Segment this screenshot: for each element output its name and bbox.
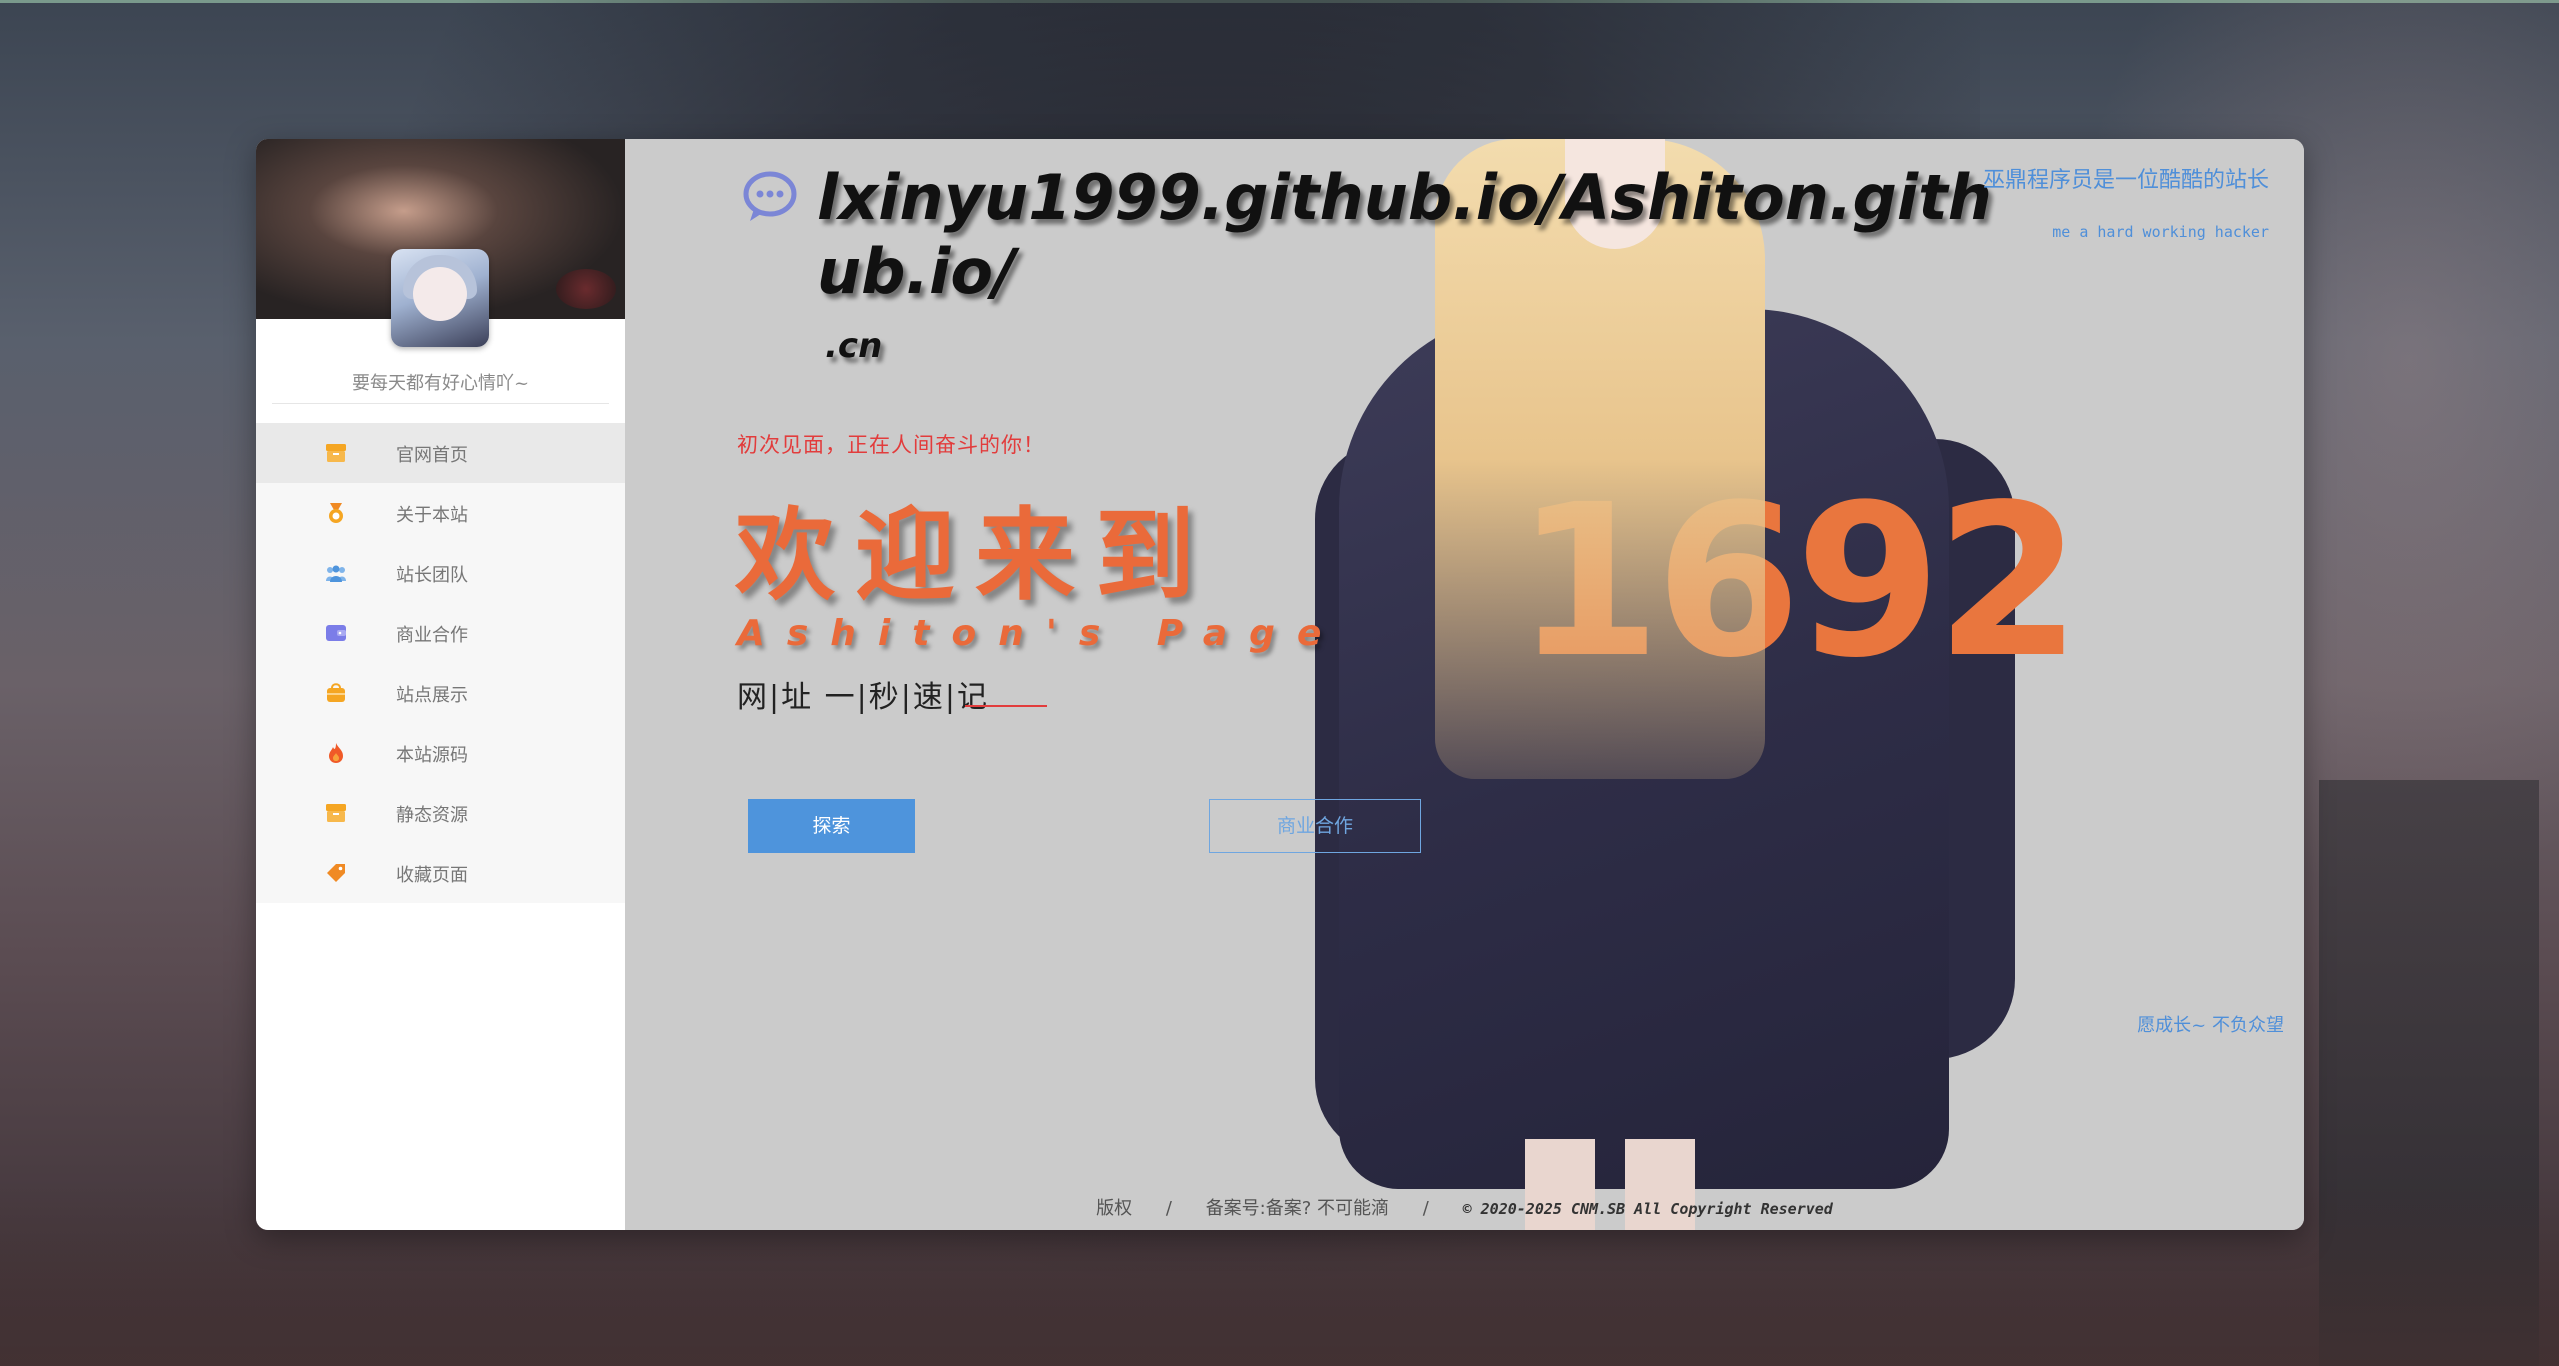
sidebar-item-team[interactable]: 站长团队 <box>256 543 625 603</box>
cover-flower <box>556 269 616 309</box>
main-card: 要每天都有好心情吖~ 官网首页 关于本站 站长团队 商业合作 站点展示 本站源码… <box>256 139 2304 1230</box>
greeting-text: 初次见面，正在人间奋斗的你！ <box>737 433 1045 457</box>
motto-right: 愿成长~ 不负众望 <box>2137 1015 2284 1036</box>
tag-icon <box>327 864 345 882</box>
business-button[interactable]: 商业合作 <box>1209 799 1421 853</box>
footer-separator: / <box>1165 1198 1172 1219</box>
sidebar-motto: 要每天都有好心情吖~ <box>272 365 609 404</box>
main-panel: 1692 lxinyu1999.github.io/Ashiton.github… <box>625 139 2304 1230</box>
welcome-heading: 欢迎来到 <box>735 497 1215 614</box>
footer-copyright-label[interactable]: 版权 <box>1096 1194 1132 1220</box>
page-name-heading: Ashiton's Page <box>737 613 1344 654</box>
sidebar-menu: 官网首页 关于本站 站长团队 商业合作 站点展示 本站源码 静态资源 收藏页面 <box>256 423 625 903</box>
bag-icon <box>327 683 345 702</box>
avatar[interactable] <box>391 249 489 347</box>
sidebar-item-static[interactable]: 静态资源 <box>256 783 625 843</box>
sidebar-item-business[interactable]: 商业合作 <box>256 603 625 663</box>
sidebar-item-home[interactable]: 官网首页 <box>256 423 625 483</box>
site-title-main: lxinyu1999.github.io/Ashiton.github.io/ <box>817 161 1992 308</box>
footer-separator: / <box>1422 1198 1429 1219</box>
team-icon <box>326 565 346 582</box>
footer-record[interactable]: 备案号:备案? 不可能滴 <box>1206 1194 1389 1220</box>
sidebar-item-about[interactable]: 关于本站 <box>256 483 625 543</box>
footer: 版权 / 备案号:备案? 不可能滴 / © 2020-2025 CNM.SB A… <box>625 1194 2304 1220</box>
fire-icon <box>329 743 343 763</box>
chat-bubble-icon <box>743 171 797 221</box>
footer-copyright-text: © 2020-2025 CNM.SB All Copyright Reserve… <box>1462 1200 1833 1218</box>
box-icon <box>326 444 346 462</box>
sidebar-item-showcase[interactable]: 站点展示 <box>256 663 625 723</box>
explore-button[interactable]: 探索 <box>748 799 915 853</box>
site-title-suffix: .cn <box>825 326 883 366</box>
sidebar: 要每天都有好心情吖~ 官网首页 关于本站 站长团队 商业合作 站点展示 本站源码… <box>256 139 625 1230</box>
site-title[interactable]: lxinyu1999.github.io/Ashiton.github.io/ … <box>817 161 2017 383</box>
tagline-cn: 巫鼎程序员是一位酷酷的站长 <box>1982 168 2269 193</box>
sidebar-item-source[interactable]: 本站源码 <box>256 723 625 783</box>
medal-icon <box>329 503 343 523</box>
wallet-icon <box>326 625 346 641</box>
subtitle-underline <box>965 705 1047 707</box>
tagline-en: me a hard working hacker <box>2052 223 2269 241</box>
subtitle-text: 网|址 一|秒|速|记 <box>737 680 989 715</box>
sidebar-item-favorite[interactable]: 收藏页面 <box>256 843 625 903</box>
box-icon <box>326 804 346 822</box>
